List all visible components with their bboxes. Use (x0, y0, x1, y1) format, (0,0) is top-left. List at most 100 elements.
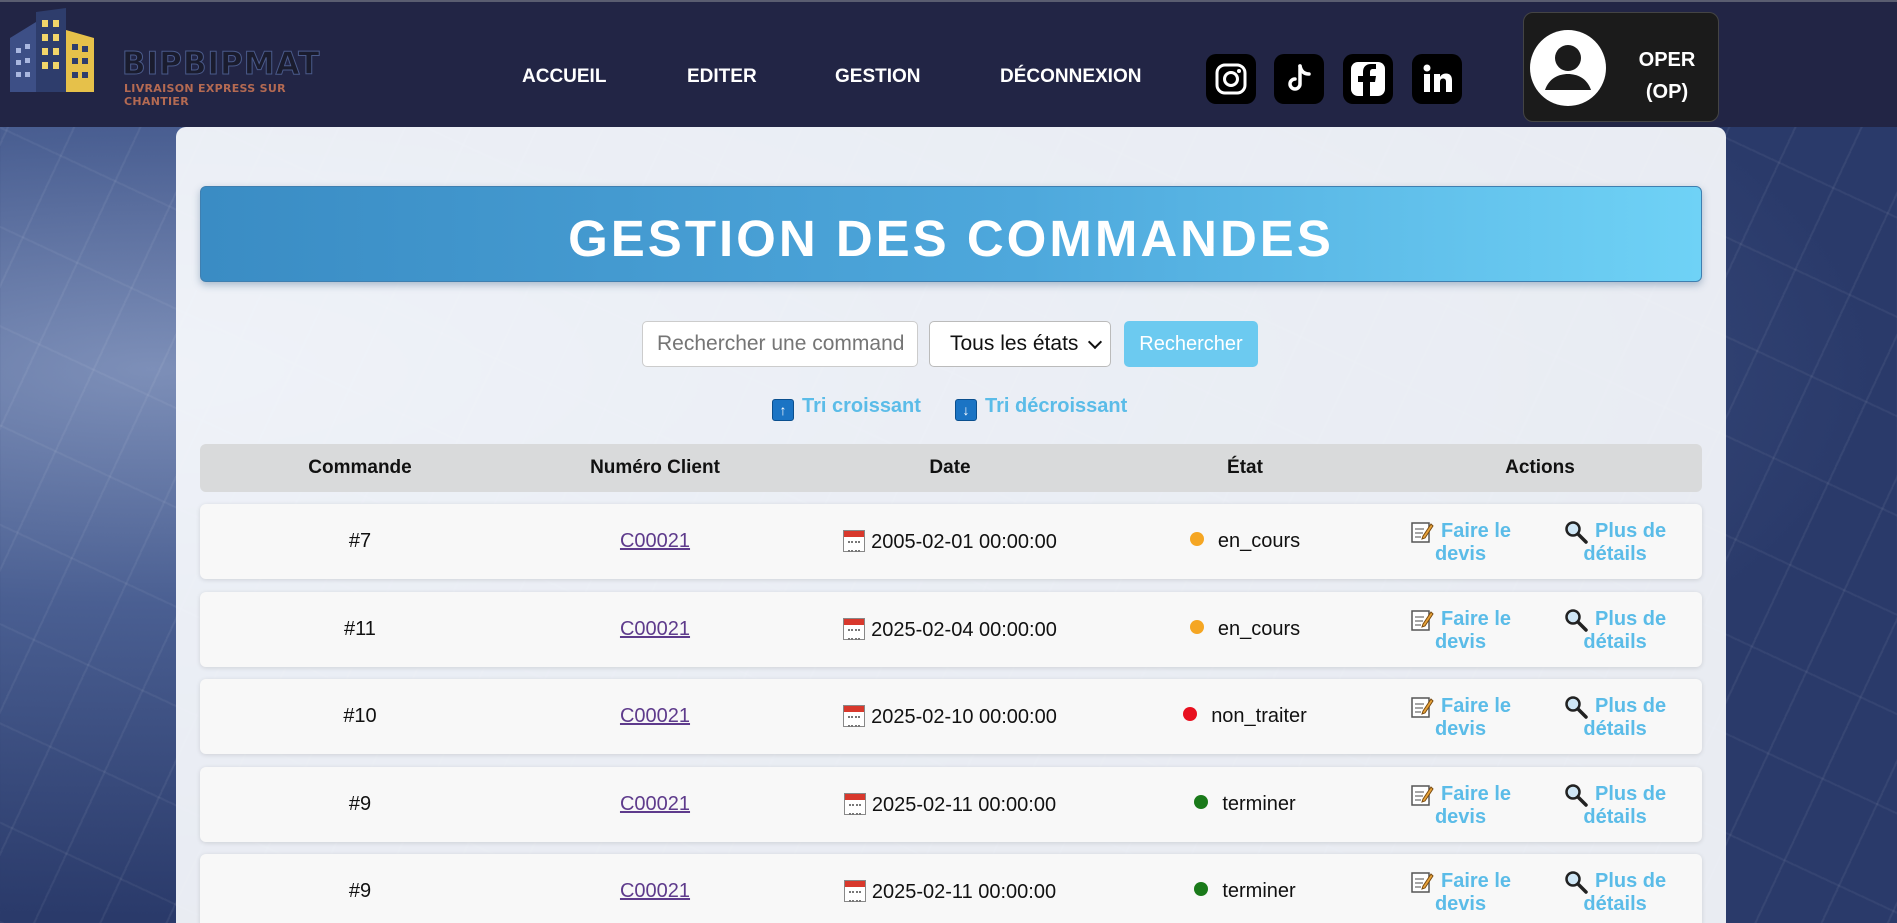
order-date: 2025-02-11 00:00:00 (871, 794, 1057, 816)
order-state: non_traiter (1211, 705, 1307, 727)
order-state-cell: en_cours (1125, 618, 1365, 641)
client-number-cell: C00021 (555, 530, 755, 553)
order-state: en_cours (1217, 530, 1301, 552)
magnifier-icon (1565, 784, 1588, 807)
calendar-icon (843, 530, 866, 552)
client-number-cell: C00021 (555, 793, 755, 816)
calendar-icon (843, 880, 866, 902)
search-input[interactable] (642, 321, 918, 367)
table-row: #11 C00021 2025-02-04 00:00:00 en_cours Fair… (200, 592, 1702, 667)
user-profile-box[interactable]: OPER (OP) (1523, 12, 1719, 122)
client-link[interactable]: C00021 (620, 530, 690, 552)
more-details-label-line2: détails (1583, 543, 1647, 565)
more-details-label-line2: détails (1583, 893, 1647, 915)
more-details-link[interactable]: Plus de détails (1564, 608, 1666, 654)
status-dot-icon (1194, 882, 1209, 896)
arrow-down-icon: ↓ (955, 399, 977, 421)
make-quote-label-line2: devis (1434, 718, 1487, 740)
user-name: OPER (1638, 49, 1696, 71)
column-header-date: Date (929, 457, 971, 478)
table-row: #9 C00021 2025-02-11 00:00:00 terminer Faire… (200, 854, 1702, 923)
sort-descending-link[interactable]: ↓ Tri décroissant (955, 395, 1127, 421)
client-link[interactable]: C00021 (620, 880, 690, 902)
chevron-down-icon (1087, 334, 1103, 350)
search-button[interactable]: Rechercher (1124, 321, 1258, 367)
make-quote-link[interactable]: Faire le devis (1410, 870, 1511, 916)
column-header-state: État (1227, 457, 1263, 478)
state-filter-value: Tous les états (950, 332, 1079, 355)
brand-logo[interactable]: BIPBIPMAT LIVRAISON EXPRESS SUR CHANTIER (0, 6, 330, 108)
client-link[interactable]: C00021 (620, 705, 690, 727)
order-date: 2025-02-10 00:00:00 (871, 706, 1057, 728)
state-filter-select[interactable]: Tous les états (929, 321, 1111, 367)
linkedin-link[interactable] (1412, 54, 1462, 104)
status-dot-icon (1189, 620, 1204, 634)
more-details-link[interactable]: Plus de détails (1564, 695, 1666, 741)
more-details-link[interactable]: Plus de détails (1564, 520, 1666, 566)
order-date: 2005-02-01 00:00:00 (871, 531, 1057, 553)
brand-tagline: LIVRAISON EXPRESS SUR CHANTIER (124, 82, 286, 108)
order-state: terminer (1222, 793, 1296, 815)
client-link[interactable]: C00021 (620, 618, 690, 640)
order-state: en_cours (1217, 618, 1301, 640)
make-quote-link[interactable]: Faire le devis (1410, 608, 1511, 654)
order-number: #11 (344, 618, 376, 640)
page-title: GESTION DES COMMANDES (568, 210, 1334, 267)
more-details-label-line2: détails (1583, 631, 1647, 653)
sort-ascending-link[interactable]: ↑ Tri croissant (772, 395, 921, 421)
order-date: 2025-02-11 00:00:00 (871, 881, 1057, 903)
memo-icon (1411, 872, 1434, 893)
calendar-icon (843, 705, 866, 727)
column-header-client: Numéro Client (590, 457, 720, 478)
memo-icon (1411, 697, 1434, 718)
sort-ascending-label: Tri croissant (802, 395, 921, 417)
status-dot-icon (1194, 795, 1209, 809)
magnifier-icon (1565, 871, 1588, 894)
more-details-label-line2: détails (1583, 718, 1647, 740)
order-state-cell: terminer (1125, 880, 1365, 903)
table-row: #10 C00021 2025-02-10 00:00:00 non_traiter F… (200, 679, 1702, 754)
order-date-cell: 2025-02-04 00:00:00 (820, 618, 1080, 642)
tiktok-icon (1288, 64, 1311, 91)
make-quote-link[interactable]: Faire le devis (1410, 695, 1511, 741)
facebook-link[interactable] (1343, 54, 1393, 104)
make-quote-link[interactable]: Faire le devis (1410, 783, 1511, 829)
order-number: #9 (348, 793, 372, 815)
order-state: terminer (1222, 880, 1296, 902)
more-details-link[interactable]: Plus de détails (1564, 870, 1666, 916)
order-date-cell: 2025-02-11 00:00:00 (820, 880, 1080, 904)
memo-icon (1411, 522, 1434, 543)
column-header-order: Commande (308, 457, 412, 478)
order-state-cell: non_traiter (1125, 705, 1365, 728)
make-quote-label-line2: devis (1434, 893, 1487, 915)
client-number-cell: C00021 (555, 618, 755, 641)
order-date-cell: 2025-02-10 00:00:00 (820, 705, 1080, 729)
nav-gestion[interactable]: GESTION (835, 66, 921, 88)
client-number-cell: C00021 (555, 705, 755, 728)
order-number: #7 (348, 530, 372, 552)
nav-deconnexion[interactable]: DÉCONNEXION (1000, 66, 1141, 88)
more-details-label-line2: détails (1583, 806, 1647, 828)
more-details-link[interactable]: Plus de détails (1564, 783, 1666, 829)
order-number: #10 (343, 705, 377, 727)
instagram-link[interactable] (1206, 54, 1256, 104)
page-banner: GESTION DES COMMANDES (200, 186, 1702, 282)
brand-name: BIPBIPMAT (121, 46, 321, 83)
sort-descending-label: Tri décroissant (985, 395, 1128, 417)
orders-table-header: Commande Numéro Client Date État Actions (200, 444, 1702, 492)
client-link[interactable]: C00021 (620, 793, 690, 815)
linkedin-icon (1423, 64, 1452, 92)
main-panel: GESTION DES COMMANDES Tous les états Rec… (176, 127, 1726, 923)
tiktok-link[interactable] (1274, 54, 1324, 104)
order-state-cell: terminer (1125, 793, 1365, 816)
nav-editer[interactable]: EDITER (687, 66, 757, 88)
make-quote-link[interactable]: Faire le devis (1410, 520, 1511, 566)
order-state-cell: en_cours (1125, 530, 1365, 553)
user-role: (OP) (1645, 81, 1689, 103)
building-logo-icon (10, 8, 94, 92)
order-number: #9 (348, 880, 372, 902)
nav-accueil[interactable]: ACCUEIL (522, 66, 606, 88)
make-quote-label-line2: devis (1434, 806, 1487, 828)
top-navbar: BIPBIPMAT LIVRAISON EXPRESS SUR CHANTIER… (0, 0, 1897, 127)
magnifier-icon (1565, 696, 1588, 719)
